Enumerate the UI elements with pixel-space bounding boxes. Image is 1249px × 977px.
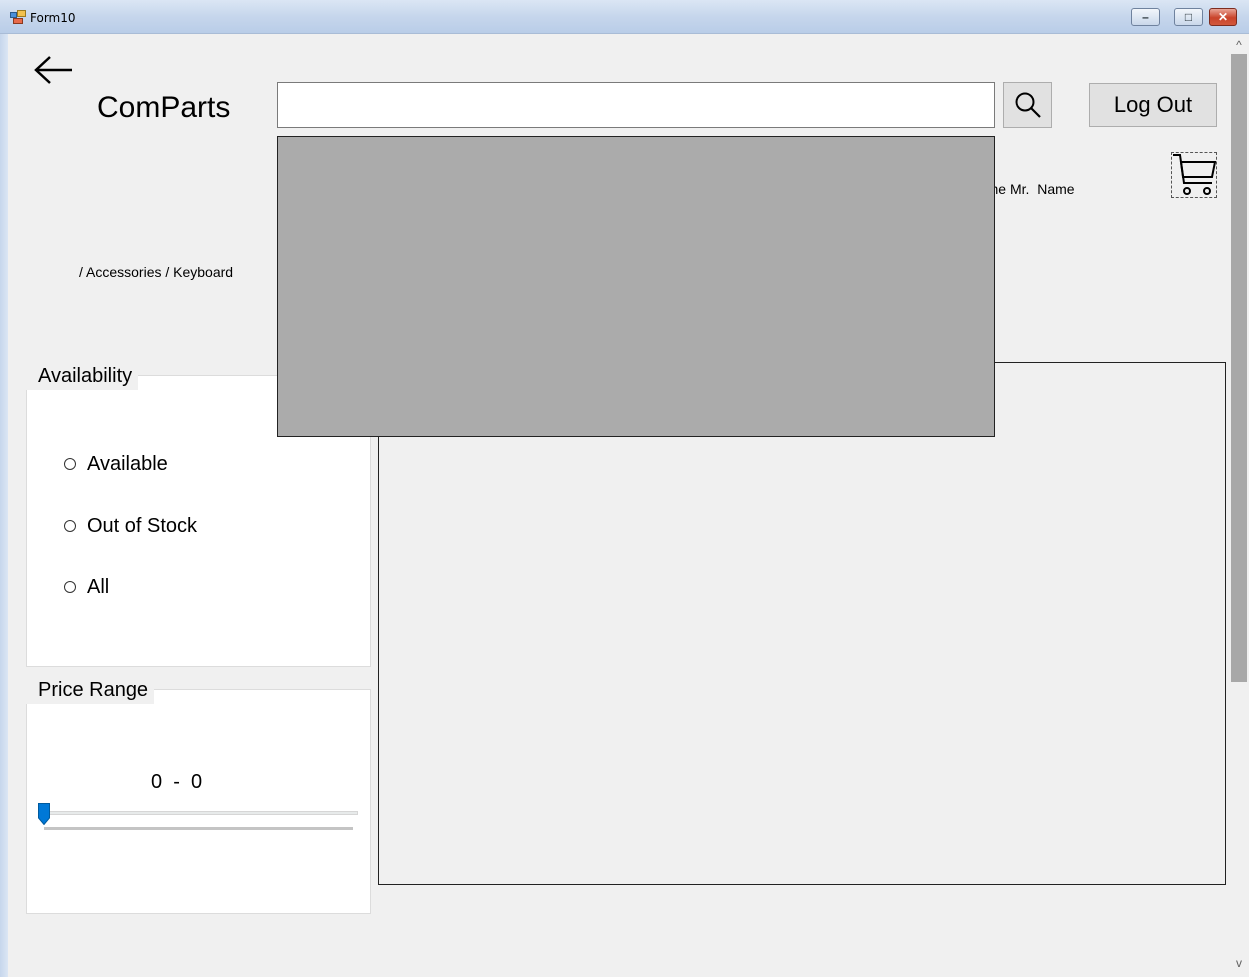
window-frame-left xyxy=(0,34,8,977)
price-range-title: Price Range xyxy=(26,676,155,704)
search-icon xyxy=(1015,92,1041,118)
product-list-panel xyxy=(378,362,1226,885)
slider-ticks xyxy=(44,827,353,830)
minimize-icon: – xyxy=(1142,10,1149,24)
search-suggestions-panel[interactable] xyxy=(277,136,995,437)
form-icon xyxy=(10,10,26,24)
minimize-button[interactable]: – xyxy=(1131,8,1160,26)
slider-thumb-icon[interactable] xyxy=(38,803,50,825)
brand-title: ComParts xyxy=(97,91,231,124)
search-button[interactable] xyxy=(1003,82,1052,128)
radio-label: Available xyxy=(87,453,168,475)
app-window: Form10 – □ ✕ ComParts Log Out Welcome Mr… xyxy=(0,0,1249,977)
price-range-value: 0 - 0 xyxy=(151,771,203,793)
slider-track xyxy=(42,811,358,815)
close-button[interactable]: ✕ xyxy=(1209,8,1237,26)
title-bar[interactable]: Form10 – □ ✕ xyxy=(0,0,1249,34)
radio-label: Out of Stock xyxy=(87,515,198,537)
search-input[interactable] xyxy=(277,82,995,128)
maximize-icon: □ xyxy=(1184,10,1193,24)
logout-button[interactable]: Log Out xyxy=(1089,83,1217,127)
maximize-button[interactable]: □ xyxy=(1174,8,1203,26)
scroll-thumb[interactable] xyxy=(1231,54,1247,682)
back-arrow-icon[interactable] xyxy=(34,56,74,86)
radio-circle-icon xyxy=(64,581,76,593)
cart-button[interactable] xyxy=(1171,152,1217,198)
price-range-slider[interactable] xyxy=(38,800,360,834)
scroll-down-icon[interactable]: v xyxy=(1229,954,1249,972)
breadcrumb: / Accessories / Keyboard xyxy=(79,264,234,280)
availability-title: Availability xyxy=(26,362,139,390)
radio-label: All xyxy=(87,576,110,598)
cart-icon xyxy=(1173,154,1217,195)
radio-circle-icon xyxy=(64,520,76,532)
radio-circle-icon xyxy=(64,458,76,470)
scroll-up-icon[interactable]: ^ xyxy=(1229,36,1249,54)
close-icon: ✕ xyxy=(1217,10,1229,24)
window-title: Form10 xyxy=(30,11,76,25)
vertical-scrollbar[interactable]: ^ v xyxy=(1229,34,1249,977)
